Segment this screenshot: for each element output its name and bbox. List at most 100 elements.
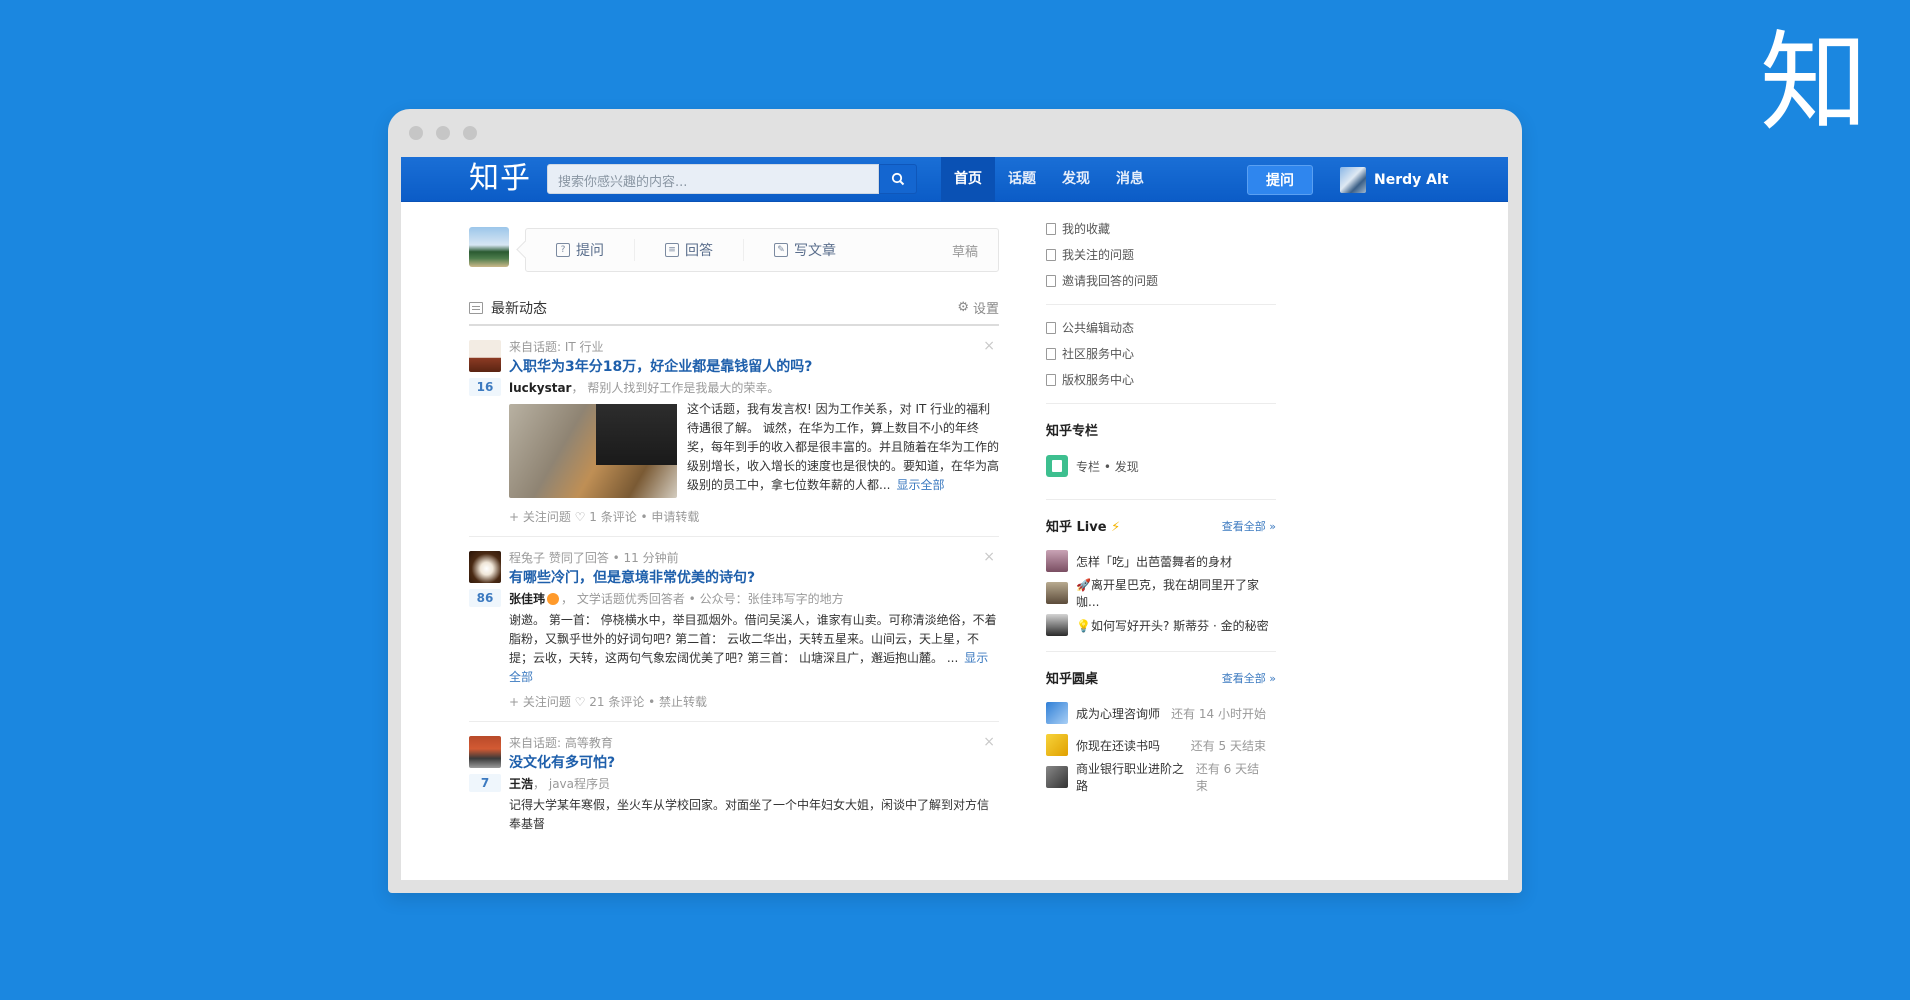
ask-question-button[interactable]: 提问 (1247, 165, 1313, 195)
author-name[interactable]: luckystar (509, 381, 571, 395)
sidebar-item-followed-questions[interactable]: 我关注的问题 (1046, 242, 1276, 268)
roundtable-item[interactable]: 商业银行职业进阶之路 还有 6 天结束 (1046, 761, 1276, 793)
feed-item: 16 × 来自话题: IT 行业 入职华为3年分18万，好企业都是靠钱留人的吗?… (469, 326, 999, 537)
close-icon[interactable]: × (983, 338, 995, 354)
document-icon (1046, 275, 1056, 287)
avatar (1046, 550, 1068, 572)
answer-author: luckystar， 帮别人找到好工作是我最大的荣幸。 (509, 378, 999, 398)
feed-settings-button[interactable]: ⚙ 设置 (957, 298, 999, 317)
nav-messages[interactable]: 消息 (1103, 157, 1157, 202)
live-item[interactable]: 💡如何写好开头? 斯蒂芬 · 金的秘密 (1046, 609, 1276, 641)
sidebar-item-label: 我的收藏 (1062, 222, 1111, 236)
columns-explore-link[interactable]: 专栏 • 发现 (1046, 449, 1276, 489)
roundtable-item[interactable]: 成为心理咨询师 还有 14 小时开始 (1046, 697, 1276, 729)
columns-title: 知乎专栏 (1046, 424, 1099, 439)
answer-author: 王浩， java程序员 (509, 774, 999, 794)
roundtable-thumbnail (1046, 766, 1068, 788)
answer-excerpt-text: 谢邀。 第一首： 停桡横水中，举目孤烟外。借问吴溪人，谁家有山卖。可称清淡绝俗，… (509, 613, 997, 665)
sidebar-roundtable: 知乎圆桌 查看全部 » 成为心理咨询师 还有 14 小时开始 你现在还读书吗 还有 … (1046, 652, 1276, 803)
live-item-title: 💡如何写好开头? 斯蒂芬 · 金的秘密 (1076, 618, 1269, 633)
roundtable-view-all-link[interactable]: 查看全部 » (1222, 670, 1276, 686)
search-input[interactable]: 搜索你感兴趣的内容... (547, 164, 879, 194)
topic-avatar[interactable] (469, 340, 501, 372)
sidebar-item-collections[interactable]: 我的收藏 (1046, 216, 1276, 242)
author-bio: 文学话题优秀回答者 • 公众号： (576, 592, 748, 606)
feed-column: ? 提问 ≡ 回答 ✎ 写文章 草稿 最新动态 ⚙ 设置 16 × 来自话题: … (469, 202, 999, 844)
answer-excerpt[interactable]: 这个话题，我有发言权! 因为工作关系，对 IT 行业的福利待遇很了解。 诚然，在… (509, 400, 999, 502)
window-close-dot[interactable] (409, 126, 423, 140)
close-icon[interactable]: × (983, 549, 995, 565)
vote-count[interactable]: 16 (469, 378, 501, 396)
nav-home[interactable]: 首页 (941, 157, 995, 202)
sidebar: 我的收藏 我关注的问题 邀请我回答的问题 公共编辑动态 社区服务中心 版权服务中… (1046, 202, 1276, 803)
list-icon (1046, 322, 1056, 334)
show-more-link[interactable]: 显示全部 (896, 478, 944, 492)
question-icon: ? (556, 243, 570, 257)
live-title: 知乎 Live (1046, 520, 1107, 535)
live-view-all-link[interactable]: 查看全部 » (1222, 518, 1276, 534)
nav-explore[interactable]: 发现 (1049, 157, 1103, 202)
feed-item-body: 来自话题: 高等教育 没文化有多可怕? 王浩， java程序员 记得大学某年寒假… (509, 734, 999, 834)
section-title: 知乎 Live ⚡ 查看全部 » (1046, 516, 1276, 536)
roundtable-status: 还有 5 天结束 (1190, 738, 1266, 753)
roundtable-status: 还有 14 小时开始 (1171, 706, 1266, 721)
live-item[interactable]: 怎样「吃」出芭蕾舞者的身材 (1046, 545, 1276, 577)
zhihu-corner-logo: 知 (1760, 21, 1869, 146)
brand-logo[interactable]: 知乎 (469, 160, 531, 198)
question-title[interactable]: 有哪些冷门，但是意境非常优美的诗句? (509, 567, 999, 589)
composer-answer-button[interactable]: ≡ 回答 (635, 239, 744, 261)
sidebar-item-label: 邀请我回答的问题 (1062, 274, 1159, 288)
sidebar-item-copyright-center[interactable]: 版权服务中心 (1046, 367, 1276, 393)
roundtable-thumbnail (1046, 702, 1068, 724)
feed-item-actions[interactable]: + 关注问题 ♡ 1 条评论 • 申请转载 (509, 508, 999, 526)
sidebar-item-community-center[interactable]: 社区服务中心 (1046, 341, 1276, 367)
question-title[interactable]: 没文化有多可怕? (509, 752, 999, 774)
lightning-icon: ⚡ (1111, 520, 1121, 535)
composer-box: ? 提问 ≡ 回答 ✎ 写文章 草稿 (525, 228, 999, 272)
sidebar-live: 知乎 Live ⚡ 查看全部 » 怎样「吃」出芭蕾舞者的身材 🚀离开星巴克，我在… (1046, 500, 1276, 652)
author-bio-link[interactable]: 张佳玮写字的地方 (748, 592, 844, 606)
sidebar-item-public-edits[interactable]: 公共编辑动态 (1046, 315, 1276, 341)
feed-item-actions[interactable]: + 关注问题 ♡ 21 条评论 • 禁止转载 (509, 693, 999, 711)
close-icon[interactable]: × (983, 734, 995, 750)
draft-link[interactable]: 草稿 (952, 241, 978, 260)
edit-icon: ✎ (774, 243, 788, 257)
feed-item-meta: 来自话题: IT 行业 (509, 340, 604, 354)
search-button[interactable] (879, 164, 917, 194)
roundtable-name: 成为心理咨询师 (1076, 706, 1161, 721)
feed-title-label: 最新动态 (491, 301, 547, 317)
live-item[interactable]: 🚀离开星巴克，我在胡同里开了家咖... (1046, 577, 1276, 609)
answer-thumbnail[interactable] (509, 404, 677, 498)
window-minimize-dot[interactable] (436, 126, 450, 140)
avatar (1046, 582, 1068, 604)
answer-icon: ≡ (665, 243, 679, 257)
topic-avatar[interactable] (469, 736, 501, 768)
author-name[interactable]: 张佳玮 (509, 592, 545, 606)
vote-count[interactable]: 86 (469, 589, 501, 607)
question-title[interactable]: 入职华为3年分18万，好企业都是靠钱留人的吗? (509, 356, 999, 378)
user-avatar[interactable] (469, 551, 501, 583)
composer-ask-button[interactable]: ? 提问 (526, 239, 635, 261)
nav-topics[interactable]: 话题 (995, 157, 1049, 202)
feed-header: 最新动态 ⚙ 设置 (469, 292, 999, 326)
feed-item: 7 × 来自话题: 高等教育 没文化有多可怕? 王浩， java程序员 记得大学… (469, 722, 999, 844)
answer-excerpt[interactable]: 谢邀。 第一首： 停桡横水中，举目孤烟外。借问吴溪人，谁家有山卖。可称清淡绝俗，… (509, 611, 999, 687)
user-menu[interactable]: Nerdy Alt (1340, 167, 1448, 193)
composer-write-button[interactable]: ✎ 写文章 (744, 239, 866, 261)
sidebar-item-invitations[interactable]: 邀请我回答的问题 (1046, 268, 1276, 294)
feed-settings-label: 设置 (972, 302, 999, 317)
copyright-icon (1046, 374, 1056, 386)
answer-excerpt-text: 记得大学某年寒假，坐火车从学校回家。对面坐了一个中年妇女大姐，闲谈中了解到对方信… (509, 798, 990, 831)
answer-excerpt-text: 这个话题，我有发言权! 因为工作关系，对 IT 行业的福利待遇很了解。 诚然，在… (687, 402, 1000, 492)
composer-avatar[interactable] (469, 227, 509, 267)
sidebar-community-links: 公共编辑动态 社区服务中心 版权服务中心 (1046, 305, 1276, 404)
author-name[interactable]: 王浩 (509, 777, 533, 791)
top-navbar: 知乎 搜索你感兴趣的内容... 首页 话题 发现 消息 提问 Nerdy Alt (401, 157, 1508, 202)
roundtable-item[interactable]: 你现在还读书吗 还有 5 天结束 (1046, 729, 1276, 761)
sidebar-item-label: 公共编辑动态 (1062, 321, 1135, 335)
window-zoom-dot[interactable] (463, 126, 477, 140)
avatar (1046, 614, 1068, 636)
vote-count[interactable]: 7 (469, 774, 501, 792)
answer-excerpt[interactable]: 记得大学某年寒假，坐火车从学校回家。对面坐了一个中年妇女大姐，闲谈中了解到对方信… (509, 796, 999, 834)
home-icon (1046, 348, 1056, 360)
